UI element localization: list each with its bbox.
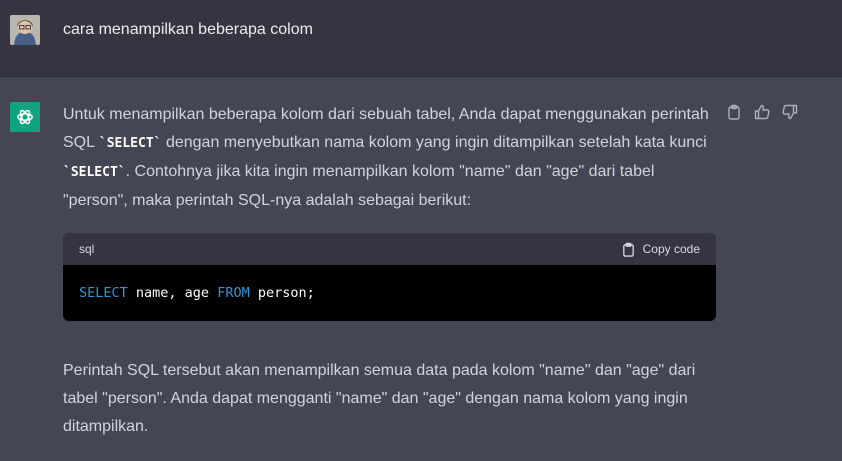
code-block: sql Copy code SELECT name, age FROM pers… xyxy=(63,233,716,321)
code-content: SELECT name, age FROM person; xyxy=(63,265,716,321)
chatgpt-logo-icon xyxy=(10,102,40,132)
answer-paragraph-2: Perintah SQL tersebut akan menampilkan s… xyxy=(63,362,696,435)
user-message-row: cara menampilkan beberapa colom xyxy=(0,0,842,77)
clipboard-icon[interactable] xyxy=(726,104,742,120)
answer-text: . Contohnya jika kita ingin menampilkan … xyxy=(63,163,655,209)
answer-paragraph-1: Untuk menampilkan beberapa kolom dari se… xyxy=(63,101,723,215)
code-keyword: FROM xyxy=(217,285,250,301)
copy-code-label: Copy code xyxy=(642,242,700,256)
code-text: name, age xyxy=(127,285,218,301)
code-language-label: sql xyxy=(79,242,95,256)
message-actions xyxy=(726,104,798,120)
clipboard-icon xyxy=(622,242,634,257)
answer-text: dengan menyebutkan nama kolom yang ingin… xyxy=(161,134,707,151)
code-text: person; xyxy=(249,285,315,301)
thumbs-up-icon[interactable] xyxy=(754,104,770,120)
thumbs-down-icon[interactable] xyxy=(782,104,798,120)
copy-code-button[interactable]: Copy code xyxy=(621,242,700,257)
inline-code: `SELECT` xyxy=(98,136,162,151)
code-block-header: sql Copy code xyxy=(63,233,716,265)
user-avatar xyxy=(10,15,40,45)
inline-code: `SELECT` xyxy=(63,165,126,180)
code-keyword: SELECT xyxy=(79,285,128,301)
user-message-text: cara menampilkan beberapa colom xyxy=(63,21,313,38)
